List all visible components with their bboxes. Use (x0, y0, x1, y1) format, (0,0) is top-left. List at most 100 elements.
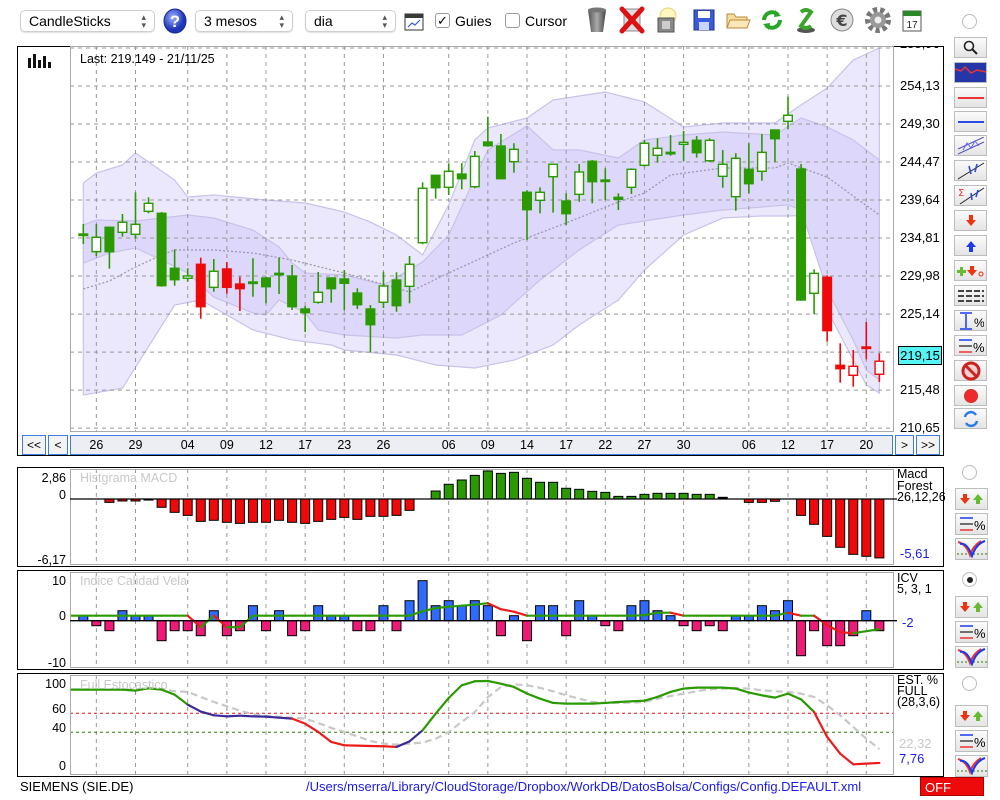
stochastic-ytick: 60 (52, 702, 66, 716)
sigma-trendline-tool-button[interactable]: Σ (954, 185, 987, 206)
lines-percent-tool-button[interactable]: % (954, 335, 987, 356)
icv-ytick: 0 (59, 609, 66, 623)
status-off-badge[interactable]: OFF (920, 777, 984, 796)
add-signal-tool-button[interactable] (954, 260, 987, 281)
macd-signals-button[interactable] (955, 488, 988, 510)
overview-tool-icon (955, 63, 986, 82)
range-percent-tool-icon: % (959, 311, 984, 330)
icv-signals-button[interactable] (955, 596, 988, 618)
buy-signal-tool-icon (965, 240, 976, 252)
macd-lines-percent-button[interactable]: % (955, 513, 988, 535)
euro-icon[interactable]: € (828, 6, 856, 34)
screenshot-icon[interactable] (652, 6, 680, 34)
blue-line-tool-button[interactable] (954, 111, 987, 132)
delete-icon[interactable] (618, 6, 646, 34)
record-tool-button[interactable] (954, 385, 987, 406)
date-tick-label: 12 (259, 438, 273, 452)
icv-ytick: -10 (47, 656, 66, 670)
settings-icon[interactable] (864, 6, 892, 34)
refresh-icon[interactable] (758, 6, 786, 34)
nav-last-button[interactable]: >> (916, 435, 940, 455)
svg-text:%: % (973, 340, 984, 355)
period-value: 3 mesos (204, 13, 257, 29)
icv-select-radio[interactable] (962, 572, 977, 587)
stochastic-select-radio[interactable] (962, 676, 977, 691)
stochastic-legend-3: (28,3,6) (897, 695, 941, 709)
macd-legend-3: 26,12,26 (897, 490, 946, 504)
swap-tool-button[interactable] (954, 408, 987, 429)
nav-first-button[interactable]: << (22, 435, 46, 455)
interval-select[interactable]: dia ▴ ▾ (305, 10, 396, 32)
levels-tool-button[interactable] (954, 285, 987, 306)
sell-signal-tool-button[interactable] (954, 210, 987, 231)
stochastic-d-value: 22,32 (899, 736, 932, 751)
date-tick-label: 29 (128, 438, 143, 452)
macd-select-radio[interactable] (962, 465, 977, 480)
buy-signal-tool-button[interactable] (954, 235, 987, 256)
red-line-tool-button[interactable] (954, 87, 987, 108)
stochastic-ytick: 100 (45, 677, 66, 691)
date-tick-label: 09 (219, 438, 234, 452)
main-chart-radio[interactable] (962, 14, 977, 29)
nav-next-button[interactable]: > (895, 435, 914, 455)
config-path-link[interactable]: /Users/mserra/Library/CloudStorage/Dropb… (306, 779, 861, 794)
trendline-tool-button[interactable] (954, 160, 987, 181)
help-icon[interactable]: ? (161, 7, 189, 35)
stochastic-plot-area[interactable] (70, 675, 894, 775)
clear-tool-button[interactable] (954, 360, 987, 381)
calendar-icon[interactable]: 17 (898, 6, 926, 34)
chart-window-icon[interactable] (400, 8, 428, 36)
signals-icon (959, 711, 983, 721)
icv-legend-2: 5, 3, 1 (897, 582, 932, 596)
date-tick-label: 30 (676, 438, 691, 452)
add-signal-tool-icon (956, 265, 983, 276)
chart-type-select[interactable]: CandleSticks ▴ ▾ (20, 10, 155, 32)
icv-lines-percent-button[interactable]: % (955, 621, 988, 643)
date-tick-label: 26 (376, 438, 391, 452)
macd-last-value: -5,61 (900, 546, 930, 561)
channel-tool-button[interactable] (954, 135, 987, 156)
stochastic-signals-button[interactable] (955, 705, 988, 727)
blue-line-tool-icon (957, 120, 984, 123)
select-chevron-icon: ▴ ▾ (382, 12, 387, 30)
guides-checkbox[interactable]: ✓ (435, 13, 450, 28)
lines-percent-tool-icon: % (958, 338, 984, 355)
price-tick-label: 249,30 (900, 115, 940, 131)
save-icon[interactable] (690, 6, 718, 34)
zoom-tool-button[interactable] (954, 37, 987, 58)
date-tick-label: 09 (480, 438, 495, 452)
price-tick-label: 234,81 (900, 230, 940, 245)
price-plot-area[interactable] (70, 46, 894, 432)
crossover-icon (956, 540, 987, 558)
icv-crossover-button[interactable] (955, 646, 988, 668)
period-select[interactable]: 3 mesos ▴ ▾ (195, 10, 293, 32)
price-tick-label: 229,98 (900, 268, 940, 283)
volume-toggle-icon[interactable] (27, 52, 51, 71)
trendline-tool-icon (957, 162, 984, 179)
sync-icon[interactable] (792, 6, 820, 34)
range-percent-tool-button[interactable]: % (954, 310, 987, 331)
icv-plot-area[interactable] (70, 572, 894, 668)
macd-plot-area[interactable] (70, 469, 894, 565)
signals-icon (959, 494, 983, 504)
svg-text:?: ? (170, 12, 180, 31)
record-tool-icon (963, 388, 978, 403)
crossover-icon (956, 648, 987, 666)
guides-label: Guies (455, 13, 492, 29)
stochastic-lines-percent-button[interactable]: % (955, 730, 988, 752)
chart-type-value: CandleSticks (29, 13, 111, 29)
stochastic-crossover-button[interactable] (955, 755, 988, 777)
macd-crossover-button[interactable] (955, 538, 988, 560)
crossover-icon (956, 757, 987, 775)
overview-tool-button[interactable] (954, 62, 987, 83)
lines-percent-icon: % (959, 517, 985, 533)
price-tick-label: 225,14 (900, 306, 940, 322)
macd-ytick: -6,17 (37, 553, 67, 567)
lines-percent-icon: % (959, 625, 985, 641)
trash-icon[interactable] (583, 6, 611, 34)
nav-prev-button[interactable]: < (48, 435, 68, 455)
open-folder-icon[interactable] (724, 6, 752, 34)
date-tick-label: 17 (559, 438, 574, 452)
cursor-checkbox[interactable] (505, 13, 520, 28)
svg-text:%: % (974, 316, 984, 330)
